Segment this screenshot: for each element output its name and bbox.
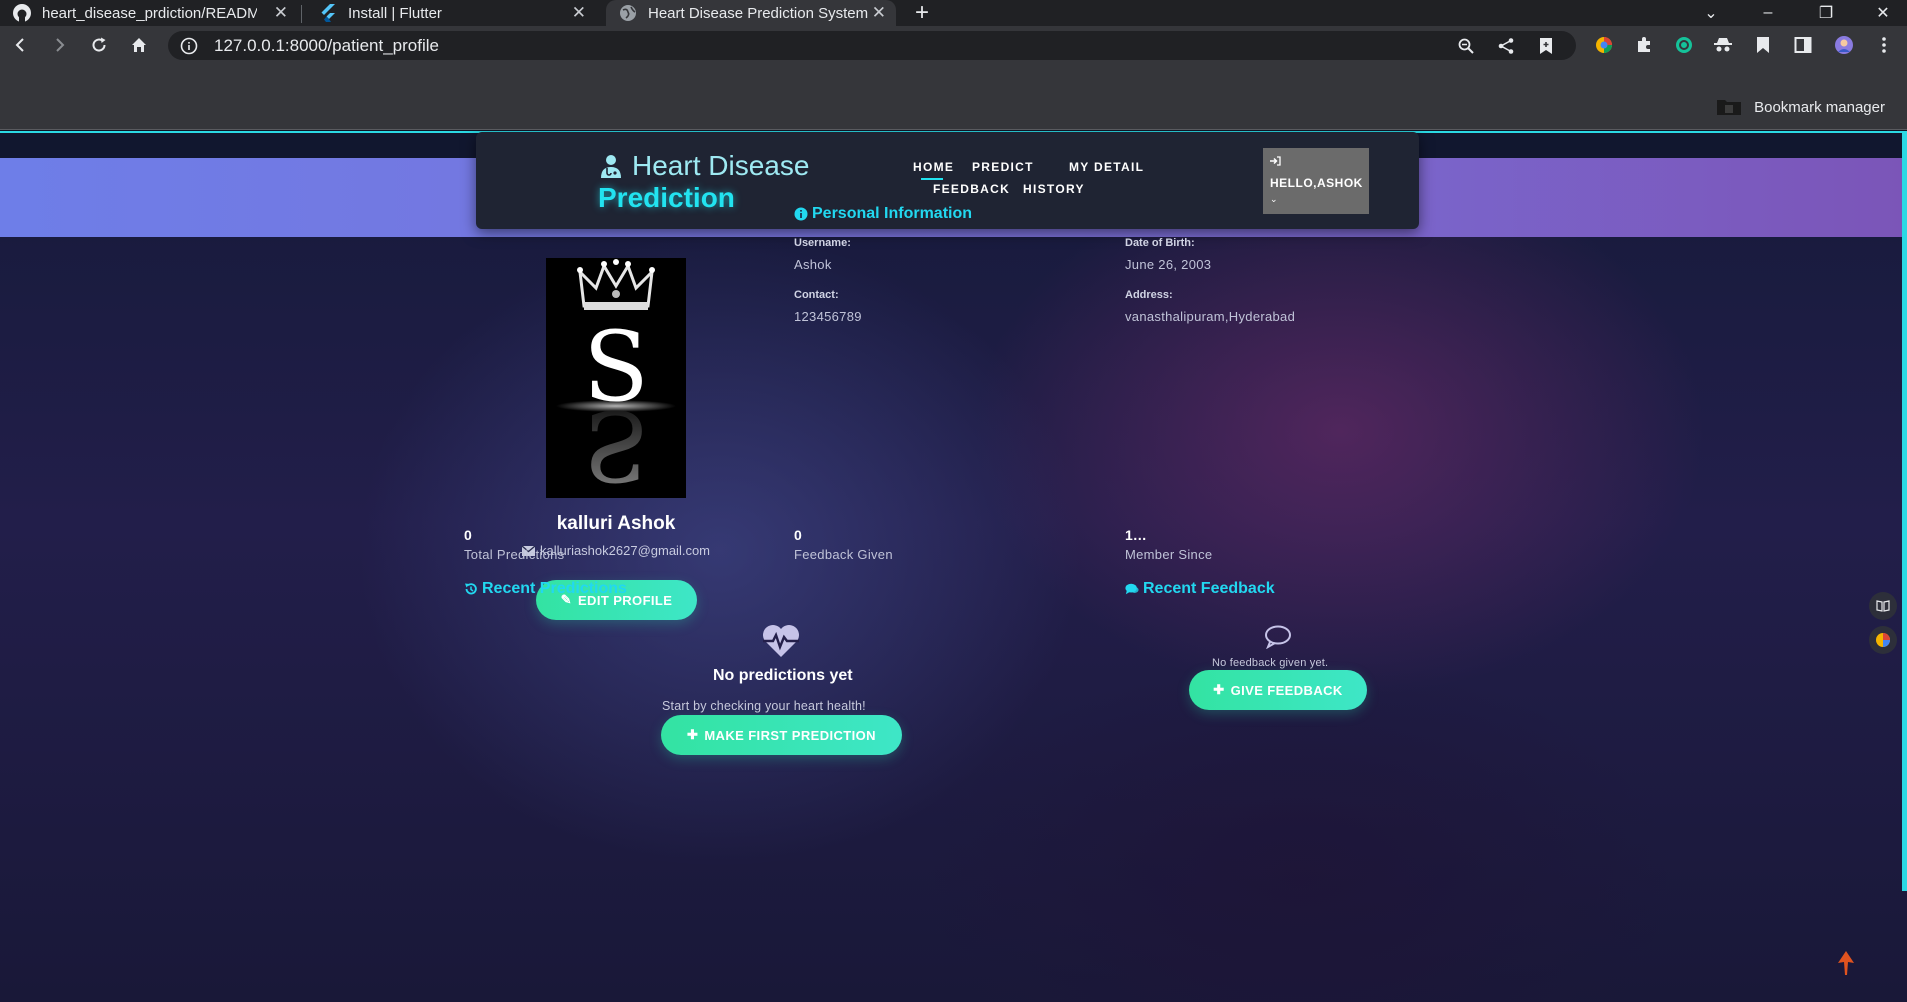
speech-bubble-icon <box>1265 625 1291 649</box>
bookmark-bar: Bookmark manager <box>0 64 1907 130</box>
tab-flutter[interactable]: Install | Flutter ✕ <box>306 0 596 26</box>
reload-button[interactable] <box>81 26 117 64</box>
user-menu-dropdown[interactable]: HELLO,ASHOK ⌄ <box>1263 148 1369 214</box>
give-feedback-label: GIVE FEEDBACK <box>1230 682 1343 698</box>
extensions-puzzle-icon[interactable] <box>1626 26 1662 64</box>
address-bar[interactable]: 127.0.0.1:8000/patient_profile <box>168 31 1576 60</box>
chevron-down-icon: ⌄ <box>1270 194 1278 204</box>
grammarly-icon[interactable] <box>1666 26 1702 64</box>
color-picker-icon[interactable] <box>1869 626 1897 654</box>
close-tab-icon[interactable]: ✕ <box>572 3 586 23</box>
brand-logo[interactable]: Heart Disease <box>598 150 809 182</box>
personal-info-title: Personal Information <box>794 205 972 223</box>
folder-icon <box>1717 100 1742 115</box>
browser-tabstrip: heart_disease_prdiction/README.md ✕ Inst… <box>0 0 1907 26</box>
reading-list-icon[interactable] <box>1745 26 1781 64</box>
dob-value: June 26, 2003 <box>1125 257 1212 272</box>
restore-button[interactable]: ❐ <box>1803 0 1849 26</box>
brand-title-line1: Heart Disease <box>632 150 810 181</box>
history-icon <box>465 583 477 595</box>
close-tab-icon[interactable]: ✕ <box>872 3 886 23</box>
total-predictions-label: Total Predictions <box>464 547 565 562</box>
make-first-prediction-label: MAKE FIRST PREDICTION <box>704 727 876 743</box>
comments-icon <box>1125 583 1139 595</box>
tab-readme[interactable]: heart_disease_prdiction/README.md ✕ <box>0 0 298 26</box>
home-button[interactable] <box>121 26 157 64</box>
github-icon <box>12 3 32 23</box>
url-text: 127.0.0.1:8000/patient_profile <box>214 35 439 55</box>
tab-title: Install | Flutter <box>348 4 442 22</box>
incognito-icon[interactable] <box>1705 26 1741 64</box>
side-panel-icon[interactable] <box>1785 26 1821 64</box>
flutter-icon <box>318 3 338 23</box>
share-icon[interactable] <box>1488 31 1524 60</box>
username-label: Username: <box>794 237 851 249</box>
no-predictions-title: No predictions yet <box>713 667 853 684</box>
make-first-prediction-button[interactable]: ✚ MAKE FIRST PREDICTION <box>661 715 902 755</box>
address-value: vanasthalipuram,Hyderabad <box>1125 309 1296 324</box>
profile-avatar: S S <box>546 258 686 498</box>
sign-in-icon <box>1270 156 1281 166</box>
bookmark-manager-label: Bookmark manager <box>1754 98 1885 116</box>
reading-mode-icon[interactable] <box>1869 592 1897 620</box>
profile-avatar-icon[interactable] <box>1826 26 1862 64</box>
close-tab-icon[interactable]: ✕ <box>274 3 288 23</box>
info-circle-icon <box>794 207 808 221</box>
browser-toolbar: 127.0.0.1:8000/patient_profile <box>0 26 1907 64</box>
profile-email-text: kalluriashok2627@gmail.com <box>540 543 710 558</box>
total-predictions-count: 0 <box>464 527 472 543</box>
zoom-icon[interactable] <box>1448 31 1484 60</box>
contact-value: 123456789 <box>794 309 862 324</box>
dob-label: Date of Birth: <box>1125 237 1195 249</box>
user-greeting: HELLO,ASHOK <box>1270 176 1363 190</box>
no-feedback-text: No feedback given yet. <box>1212 657 1329 669</box>
member-since-value: 1… <box>1125 527 1147 543</box>
brand-title-line2: Prediction <box>598 182 735 213</box>
recent-predictions-title-text: Recent Predictions <box>482 580 627 597</box>
recent-predictions-title: Recent Predictions <box>464 580 627 598</box>
member-since-label: Member Since <box>1125 547 1213 562</box>
tab-title: heart_disease_prdiction/README.md <box>42 4 257 22</box>
color-extension-icon[interactable] <box>1586 26 1622 64</box>
avatar-letter-reflection: S <box>583 389 649 498</box>
recent-feedback-title: Recent Feedback <box>1125 580 1275 598</box>
new-tab-button[interactable]: + <box>915 0 929 26</box>
bookmark-manager-link[interactable]: Bookmark manager <box>1716 98 1885 116</box>
page-viewport: Heart Disease Prediction HOME PREDICT MY… <box>0 131 1907 1002</box>
browser-menu-icon[interactable] <box>1866 26 1902 64</box>
tab-search-icon[interactable]: ⌄ <box>1688 0 1734 26</box>
profile-full-name: kalluri Ashok <box>556 513 676 534</box>
page-scrollbar[interactable] <box>1902 131 1907 891</box>
nav-home[interactable]: HOME <box>913 160 954 180</box>
nav-feedback[interactable]: FEEDBACK <box>933 182 1010 196</box>
tab-title: Heart Disease Prediction System <box>648 4 869 22</box>
username-value: Ashok <box>794 257 832 272</box>
crown-icon <box>577 259 655 310</box>
plus-icon: ✚ <box>687 727 699 742</box>
feedback-given-count: 0 <box>794 527 802 543</box>
nav-my-detail[interactable]: MY DETAIL <box>1069 160 1144 174</box>
give-feedback-button[interactable]: ✚ GIVE FEEDBACK <box>1189 670 1367 710</box>
heartbeat-icon <box>763 625 799 657</box>
recent-feedback-title-text: Recent Feedback <box>1143 580 1275 597</box>
tab-heart-disease[interactable]: Heart Disease Prediction System ✕ <box>606 0 896 26</box>
forward-button[interactable] <box>42 26 78 64</box>
contact-label: Contact: <box>794 289 839 301</box>
nav-predict[interactable]: PREDICT <box>972 160 1034 174</box>
nav-history[interactable]: HISTORY <box>1023 182 1085 196</box>
address-label: Address: <box>1125 289 1173 301</box>
globe-icon <box>618 3 638 23</box>
bookmark-star-icon[interactable] <box>1528 31 1564 60</box>
site-info-icon[interactable] <box>178 35 200 57</box>
no-predictions-subtitle: Start by checking your heart health! <box>662 699 866 713</box>
feedback-given-label: Feedback Given <box>794 547 893 562</box>
tab-separator <box>301 5 302 23</box>
personal-info-title-text: Personal Information <box>812 205 973 222</box>
doctor-icon <box>601 155 621 178</box>
scroll-to-top-icon[interactable] <box>1838 951 1854 975</box>
plus-icon: ✚ <box>1213 682 1225 697</box>
minimize-button[interactable]: – <box>1745 0 1791 26</box>
close-window-button[interactable]: ✕ <box>1860 0 1906 26</box>
back-button[interactable] <box>2 26 38 64</box>
